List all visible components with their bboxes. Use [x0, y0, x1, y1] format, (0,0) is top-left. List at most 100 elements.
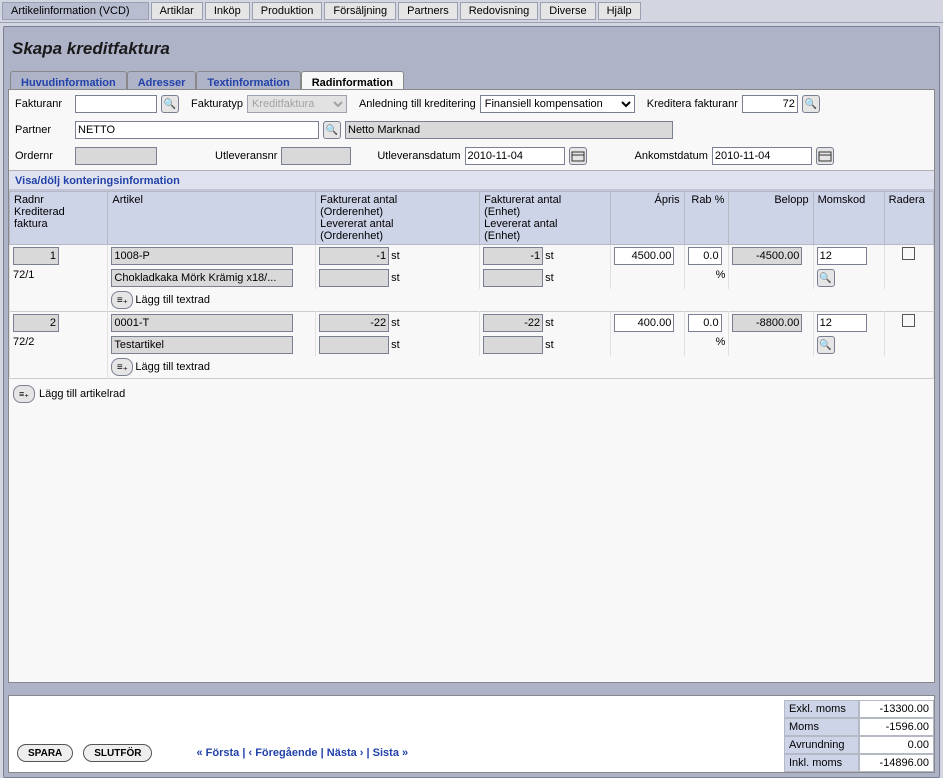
kreditera-fakturanr-label: Kreditera fakturanr	[647, 98, 738, 110]
add-textrow-button[interactable]: ≡₊	[111, 291, 133, 309]
tab-content: Fakturanr 🔍 Fakturatyp Kreditfaktura Anl…	[8, 89, 935, 683]
fae1-display: -1	[483, 247, 543, 265]
partner-lookup-button[interactable]: 🔍	[323, 121, 341, 139]
line-items-grid: Radnr Krediterad faktura Artikel Fakture…	[9, 191, 934, 379]
partner-label: Partner	[15, 124, 71, 136]
search-icon: 🔍	[819, 340, 831, 351]
kred-ref-display: 72/1	[13, 269, 34, 281]
unit-label: st	[545, 317, 554, 329]
tab-adresser[interactable]: Adresser	[127, 71, 197, 89]
fae2-display	[483, 269, 543, 287]
unit-label: st	[391, 317, 400, 329]
menu-hjalp[interactable]: Hjälp	[598, 2, 641, 20]
unit-label: st	[545, 250, 554, 262]
fao2-display	[319, 336, 389, 354]
apris-input[interactable]	[614, 247, 674, 265]
col-momskod: Momskod	[813, 192, 884, 245]
table-row: 72/2 Testartikel st st % 🔍	[10, 334, 934, 356]
fao1-display: -22	[319, 314, 389, 332]
pager-last[interactable]: Sista »	[373, 747, 408, 759]
total-incl-label: Inkl. moms	[784, 754, 859, 772]
momskod-input[interactable]	[817, 247, 867, 265]
fakturatyp-label: Fakturatyp	[191, 98, 243, 110]
kreditera-fakturanr-lookup-button[interactable]: 🔍	[802, 95, 820, 113]
menu-produktion[interactable]: Produktion	[252, 2, 323, 20]
col-apris: Ápris	[611, 192, 684, 245]
unit-label: st	[391, 339, 400, 351]
rab-input[interactable]	[688, 314, 722, 332]
fakturatyp-select: Kreditfaktura	[247, 95, 347, 113]
partner-name-display: Netto Marknad	[345, 121, 673, 139]
menu-inkop[interactable]: Inköp	[205, 2, 250, 20]
add-textrow-button[interactable]: ≡₊	[111, 358, 133, 376]
search-icon: 🔍	[805, 99, 817, 110]
col-rab: Rab %	[684, 192, 729, 245]
utleveransdatum-input[interactable]	[465, 147, 565, 165]
ordernr-display	[75, 147, 157, 165]
momskod-input[interactable]	[817, 314, 867, 332]
total-avrundning-label: Avrundning	[784, 736, 859, 754]
utleveransdatum-calendar-button[interactable]	[569, 147, 587, 165]
utleveransnr-display	[281, 147, 351, 165]
menu-artikelinformation[interactable]: Artikelinformation (VCD)	[2, 2, 149, 20]
partner-code-input[interactable]	[75, 121, 319, 139]
ankomstdatum-calendar-button[interactable]	[816, 147, 834, 165]
menu-diverse[interactable]: Diverse	[540, 2, 595, 20]
menu-forsaljning[interactable]: Försäljning	[324, 2, 396, 20]
delete-checkbox[interactable]	[902, 314, 915, 327]
col-radera: Radera	[884, 192, 933, 245]
total-moms-value: -1596.00	[859, 718, 934, 736]
delete-checkbox[interactable]	[902, 247, 915, 260]
fakturanr-input[interactable]	[75, 95, 157, 113]
fakturanr-label: Fakturanr	[15, 98, 71, 110]
apris-input[interactable]	[614, 314, 674, 332]
kred-ref-display: 72/2	[13, 336, 34, 348]
anledning-select[interactable]: Finansiell kompensation	[480, 95, 635, 113]
total-excl-label: Exkl. moms	[784, 700, 859, 718]
menu-redovisning[interactable]: Redovisning	[460, 2, 539, 20]
col-artikel: Artikel	[108, 192, 316, 245]
tab-strip: Huvudinformation Adresser Textinformatio…	[4, 71, 939, 89]
fakturanr-lookup-button[interactable]: 🔍	[161, 95, 179, 113]
pager-prev[interactable]: ‹ Föregående	[248, 747, 317, 759]
save-button[interactable]: SPARA	[17, 744, 73, 762]
percent-label: %	[688, 269, 726, 281]
ankomstdatum-label: Ankomstdatum	[635, 150, 708, 162]
tab-radinformation[interactable]: Radinformation	[301, 71, 404, 89]
pager-next[interactable]: Nästa ›	[327, 747, 364, 759]
momskod-lookup-button[interactable]: 🔍	[817, 336, 835, 354]
col-fakturerat-enhet: Fakturerat antal (Enhet) Levererat antal…	[480, 192, 611, 245]
article-code-display: 1008-P	[111, 247, 293, 265]
finish-button[interactable]: SLUTFÖR	[83, 744, 152, 762]
add-textrow-label: Lägg till textrad	[135, 294, 210, 306]
col-radnr: Radnr Krediterad faktura	[10, 192, 108, 245]
add-row-icon: ≡₊	[19, 389, 29, 400]
calendar-icon	[818, 150, 832, 162]
fao1-display: -1	[319, 247, 389, 265]
pager-first[interactable]: « Första	[196, 747, 239, 759]
belopp-display: -4500.00	[732, 247, 802, 265]
menu-partners[interactable]: Partners	[398, 2, 458, 20]
tab-huvudinformation[interactable]: Huvudinformation	[10, 71, 127, 89]
toggle-konteringsinformation[interactable]: Visa/dölj konteringsinformation	[9, 170, 934, 191]
table-row: 2 0001-T -22st -22st -8800.00	[10, 312, 934, 335]
kreditera-fakturanr-input[interactable]	[742, 95, 798, 113]
add-articlerow: ≡₊ Lägg till artikelrad	[9, 379, 934, 409]
percent-label: %	[688, 336, 726, 348]
belopp-display: -8800.00	[732, 314, 802, 332]
add-articlerow-button[interactable]: ≡₊	[13, 385, 35, 403]
momskod-lookup-button[interactable]: 🔍	[817, 269, 835, 287]
page-container: Skapa kreditfaktura Huvudinformation Adr…	[3, 26, 940, 778]
menu-artiklar[interactable]: Artiklar	[151, 2, 203, 20]
table-row: ≡₊ Lägg till textrad	[10, 289, 934, 312]
add-row-icon: ≡₊	[117, 362, 128, 373]
unit-label: st	[545, 272, 554, 284]
ankomstdatum-input[interactable]	[712, 147, 812, 165]
article-name-display: Testartikel	[111, 336, 293, 354]
rab-input[interactable]	[688, 247, 722, 265]
unit-label: st	[391, 250, 400, 262]
calendar-icon	[571, 150, 585, 162]
fao2-display	[319, 269, 389, 287]
unit-label: st	[545, 339, 554, 351]
tab-textinformation[interactable]: Textinformation	[196, 71, 300, 89]
